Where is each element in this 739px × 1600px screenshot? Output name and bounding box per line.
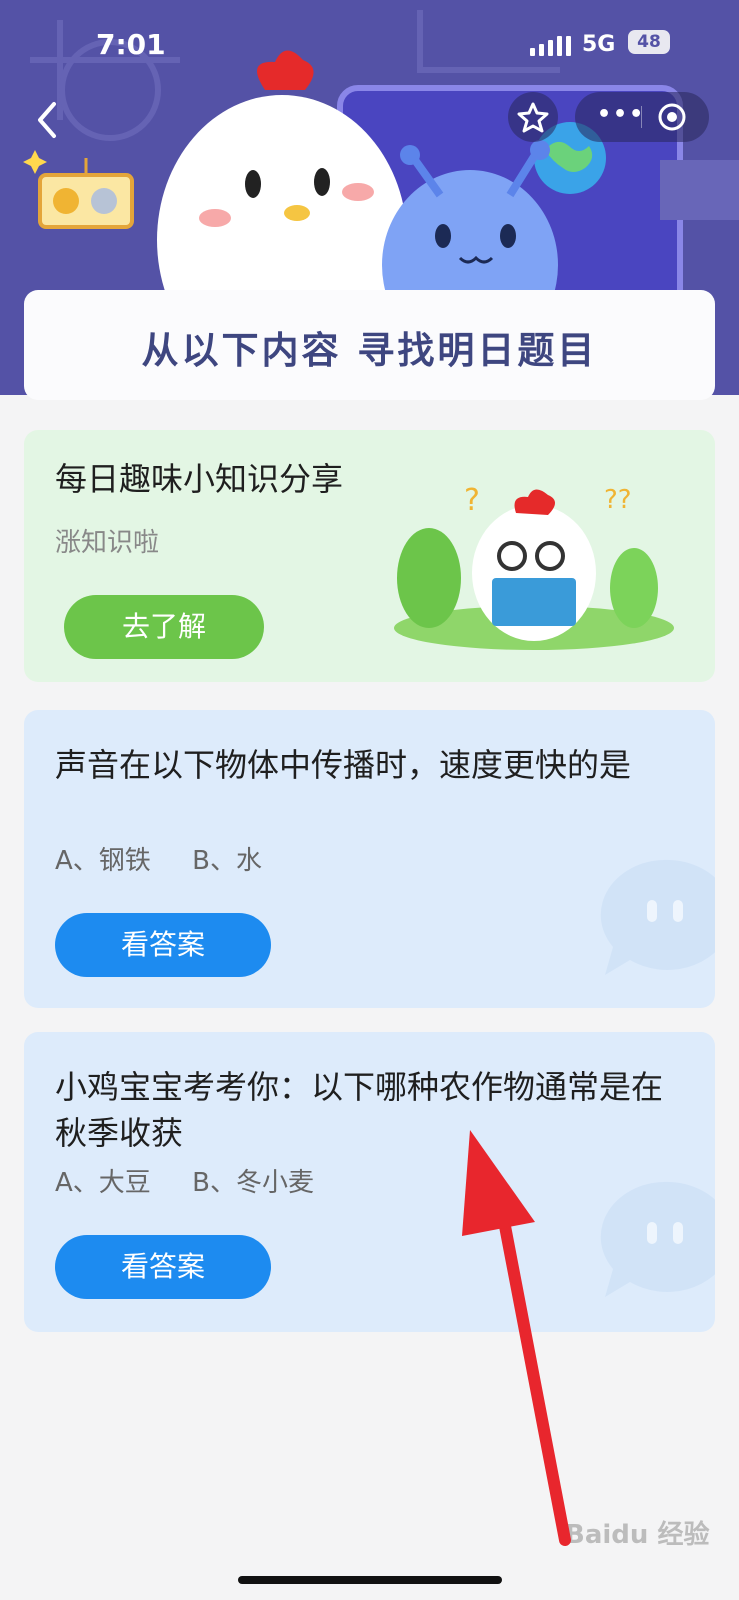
status-time: 7:01 — [96, 28, 166, 61]
question-card: 小鸡宝宝考考你：以下哪种农作物通常是在秋季收获 A、大豆 B、冬小麦 看答案 — [24, 1032, 715, 1332]
favorite-button[interactable] — [508, 92, 558, 142]
question-card: 声音在以下物体中传播时，速度更快的是 A、钢铁 B、水 看答案 — [24, 710, 715, 1008]
learn-more-button[interactable]: 去了解 — [64, 595, 264, 659]
back-icon[interactable] — [30, 100, 70, 140]
view-answer-button[interactable]: 看答案 — [55, 1235, 271, 1299]
reading-chicken-illustration: ? ?? — [394, 483, 674, 650]
network-type: 5G — [582, 32, 616, 57]
chat-bubble-icon — [600, 859, 715, 975]
chat-bubble-icon — [600, 1181, 715, 1297]
battery-icon: 48 — [628, 30, 670, 54]
svg-text:?: ? — [464, 483, 480, 518]
signal-icon — [530, 36, 571, 56]
capsule-divider — [641, 106, 642, 128]
svg-text:??: ?? — [604, 485, 632, 515]
question-options: A、大豆 B、冬小麦 — [55, 1168, 314, 1198]
home-indicator[interactable] — [238, 1576, 502, 1584]
star-icon — [517, 102, 549, 133]
mini-program-capsule: ••• — [575, 92, 709, 142]
more-dots-icon[interactable]: ••• — [597, 102, 645, 127]
question-text: 声音在以下物体中传播时，速度更快的是 — [55, 746, 632, 784]
view-answer-button[interactable]: 看答案 — [55, 913, 271, 977]
knowledge-subtitle: 涨知识啦 — [55, 528, 160, 558]
banner-title: 从以下内容 寻找明日题目 — [141, 329, 598, 372]
target-icon[interactable] — [657, 102, 687, 132]
question-options: A、钢铁 B、水 — [55, 846, 262, 876]
section-banner: 从以下内容 寻找明日题目 — [24, 290, 715, 400]
question-text: 小鸡宝宝考考你：以下哪种农作物通常是在秋季收获 — [55, 1068, 664, 1152]
baidu-watermark: Baidu 经验 — [565, 1520, 710, 1550]
knowledge-card: 每日趣味小知识分享 涨知识啦 去了解 ? ?? — [24, 430, 715, 682]
status-bar: 7:01 5G 48 — [0, 0, 739, 90]
